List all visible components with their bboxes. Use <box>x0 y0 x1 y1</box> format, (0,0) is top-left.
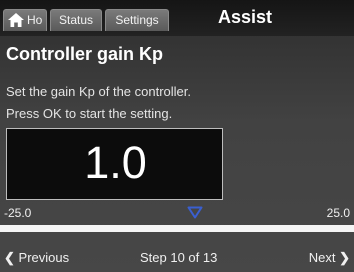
scale-min-label: -25.0 <box>4 206 32 220</box>
page-title: Controller gain Kp <box>6 44 163 64</box>
step-indicator: Step 10 of 13 <box>140 250 218 265</box>
tab-home-label: Ho <box>27 13 43 27</box>
mode-title: Assist <box>218 7 273 27</box>
value-text: 1.0 <box>84 137 147 188</box>
tab-home[interactable]: Ho <box>3 9 47 31</box>
previous-label: Previous <box>18 250 70 265</box>
next-button[interactable]: Next ❯ <box>309 250 350 266</box>
next-label: Next <box>308 250 336 265</box>
chevron-right-icon: ❯ <box>339 250 350 265</box>
description-line-1: Set the gain Kp of the controller. <box>6 84 192 99</box>
previous-button[interactable]: ❮ Previous <box>4 250 69 266</box>
tab-settings[interactable]: Settings <box>105 9 169 31</box>
scale-bar <box>0 225 354 232</box>
home-icon <box>8 13 24 27</box>
top-bar: Ho Status Settings Assist <box>0 0 354 36</box>
value-display[interactable]: 1.0 <box>6 128 223 200</box>
scale-max-label: 25.0 <box>326 206 350 220</box>
triangle-down-icon <box>187 206 203 219</box>
tab-settings-label: Settings <box>115 13 159 27</box>
assist-screen: Ho Status Settings Assist Controller gai… <box>0 0 354 272</box>
chevron-left-icon: ❮ <box>4 250 15 265</box>
tab-status-label: Status <box>58 13 94 27</box>
description-line-2: Press OK to start the setting. <box>6 106 173 121</box>
tab-status[interactable]: Status <box>50 9 102 31</box>
